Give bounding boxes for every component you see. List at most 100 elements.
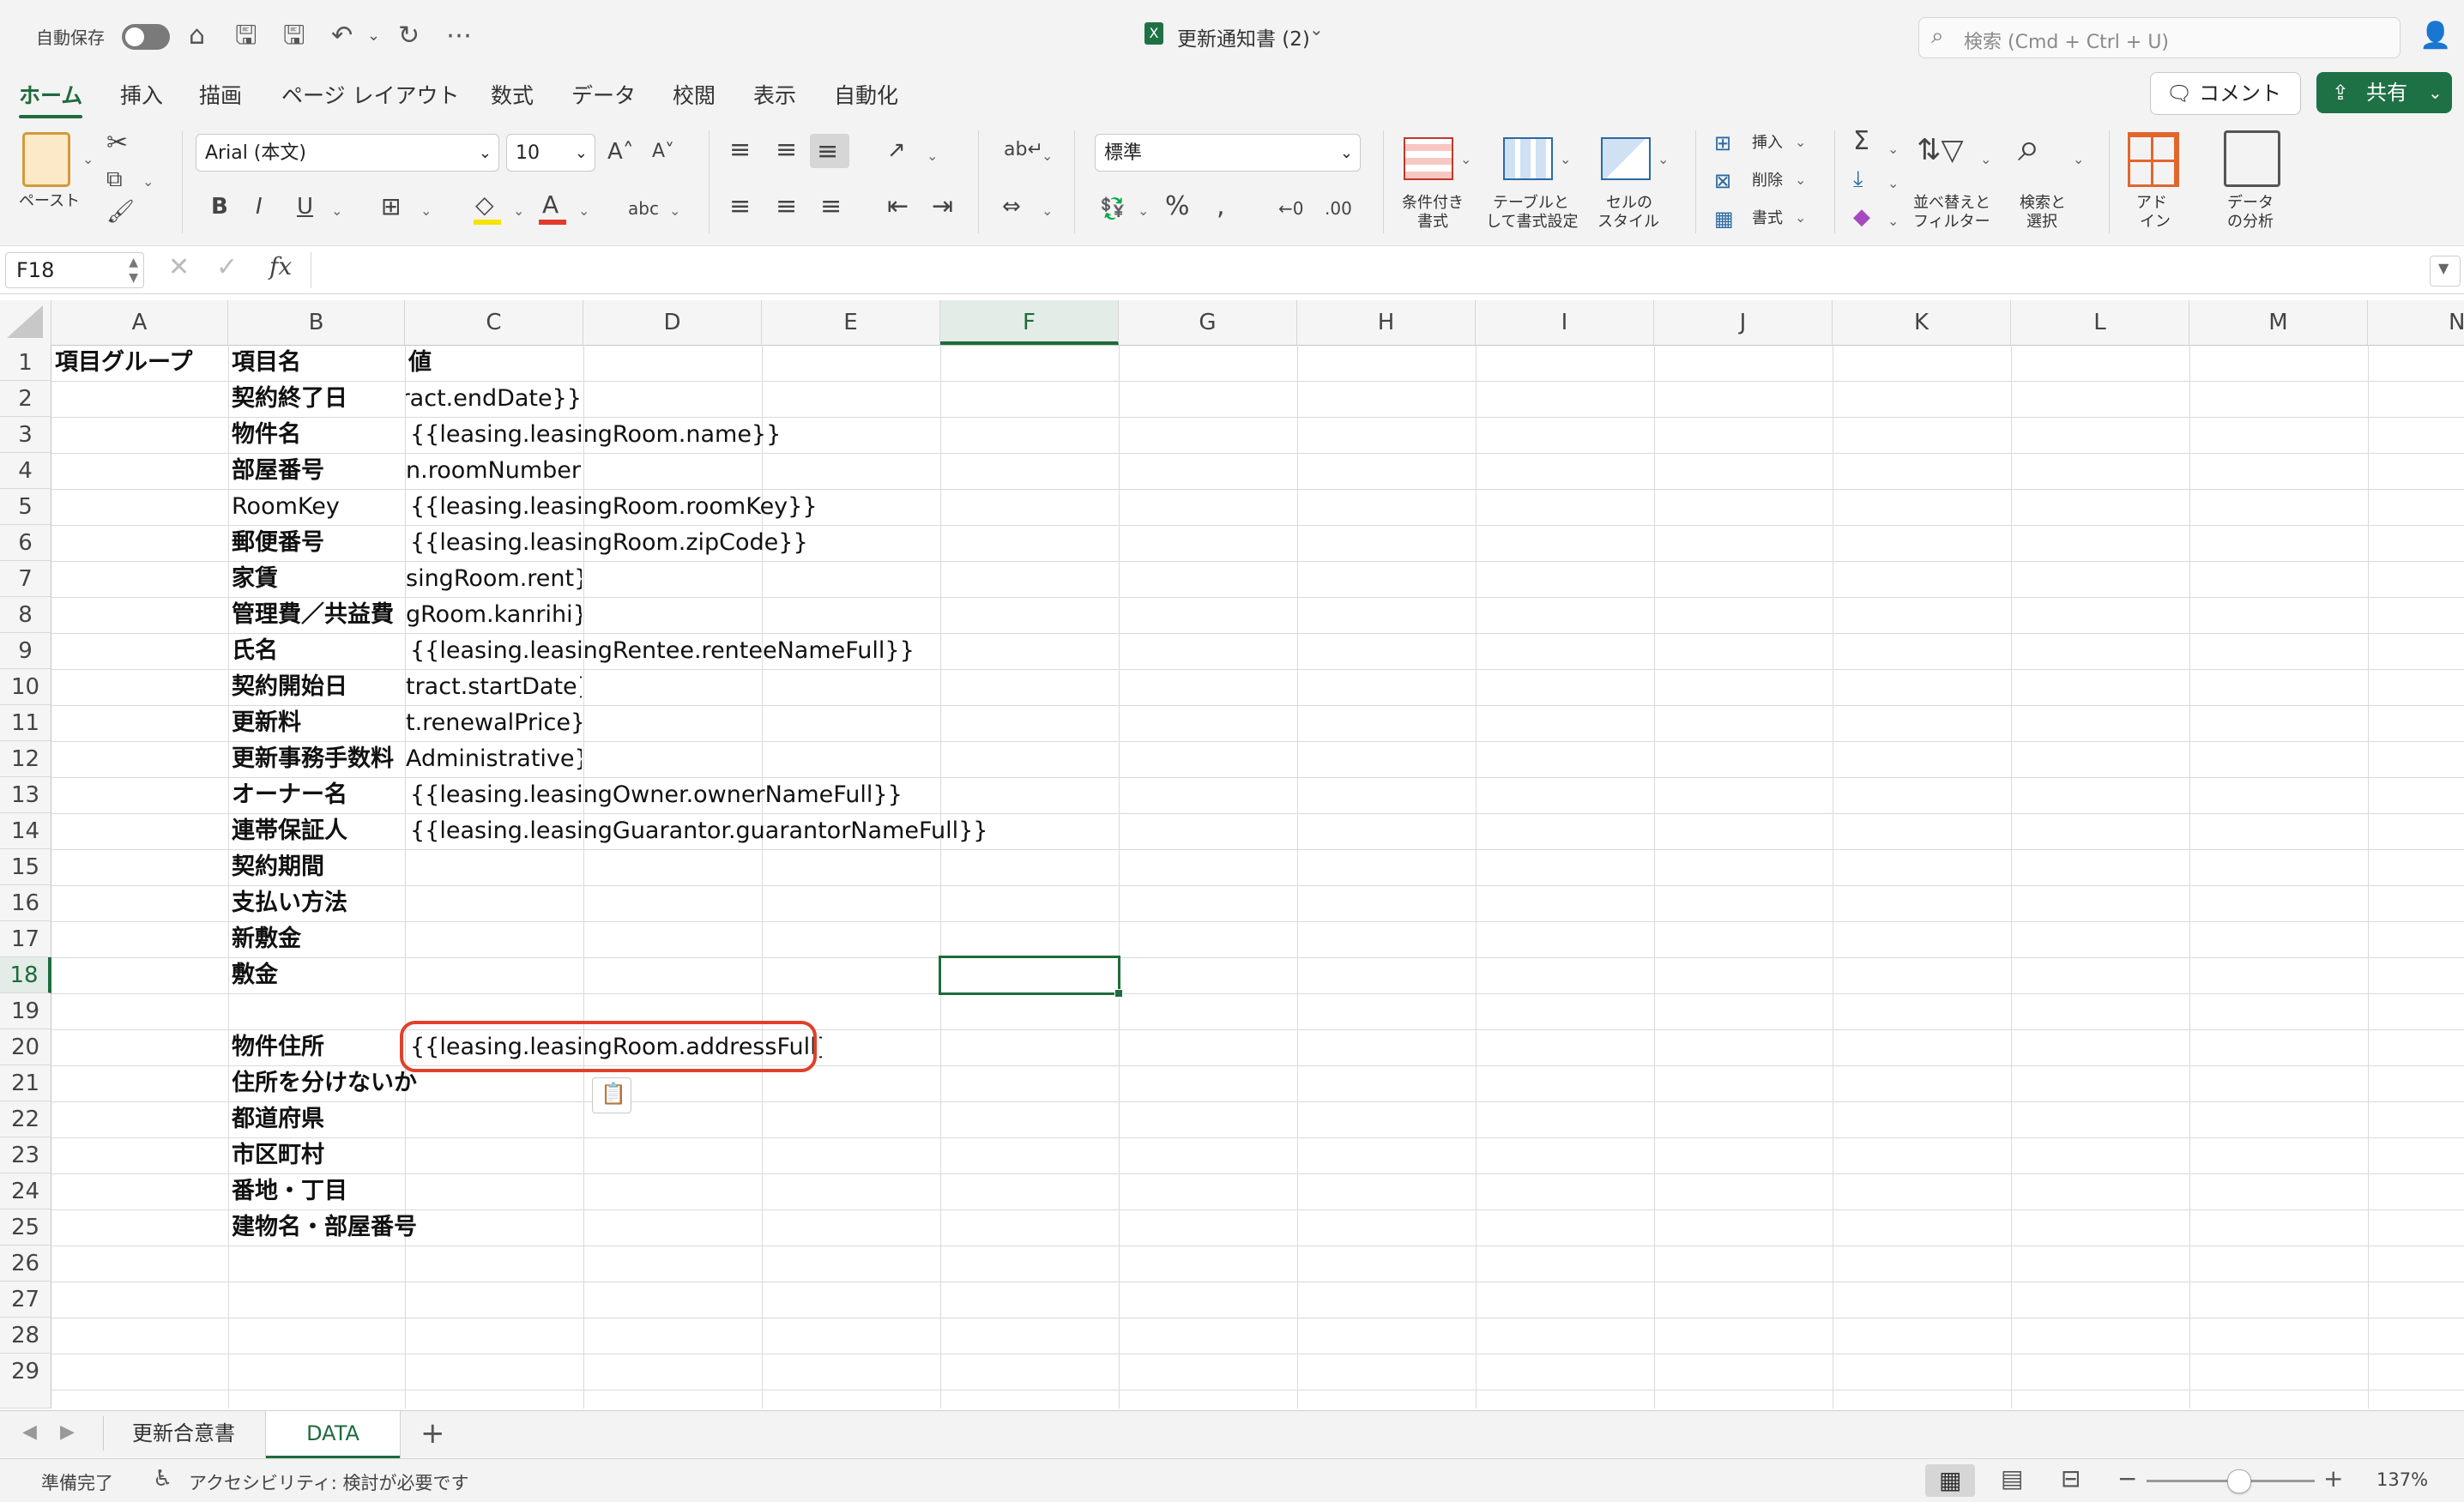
- comment-button[interactable]: 🗨 コメント: [2150, 72, 2301, 115]
- search-box[interactable]: ⌕ 検索 (Cmd + Ctrl + U): [1918, 17, 2401, 58]
- italic-icon[interactable]: I: [256, 192, 263, 221]
- copy-dropdown-icon[interactable]: ⌄: [142, 173, 154, 190]
- cell-c5[interactable]: {{leasing.leasingRoom.roomKey}}: [410, 489, 942, 525]
- zoom-slider-thumb[interactable]: [2227, 1469, 2251, 1493]
- row-header[interactable]: 7: [0, 561, 51, 597]
- zoom-in-icon[interactable]: +: [2323, 1464, 2343, 1493]
- row-header[interactable]: 20: [0, 1029, 51, 1065]
- wrap-text-dropdown-icon[interactable]: ⌄: [1042, 148, 1053, 164]
- phonetic-icon[interactable]: abc: [628, 194, 659, 223]
- cell-b1[interactable]: 項目名: [232, 345, 403, 381]
- tab-data[interactable]: データ: [571, 79, 636, 110]
- name-box-stepper-icon[interactable]: ▲ ▼: [129, 255, 138, 286]
- bold-icon[interactable]: B: [211, 192, 228, 221]
- clear-dropdown-icon[interactable]: ⌄: [1887, 213, 1899, 229]
- number-format-dropdown[interactable]: 標準 ⌄: [1095, 134, 1361, 172]
- comma-icon[interactable]: ,: [1217, 192, 1225, 221]
- decrease-decimal-icon[interactable]: .00: [1325, 194, 1352, 223]
- row-header[interactable]: 6: [0, 525, 51, 561]
- clear-icon[interactable]: ◆: [1853, 202, 1870, 232]
- column-header-i[interactable]: I: [1476, 300, 1654, 345]
- row-header[interactable]: 24: [0, 1173, 51, 1209]
- row-header[interactable]: 28: [0, 1318, 51, 1354]
- row-header[interactable]: 1: [0, 345, 51, 381]
- currency-icon[interactable]: 💱: [1100, 194, 1126, 223]
- row-header[interactable]: 9: [0, 633, 51, 669]
- row-header[interactable]: 23: [0, 1137, 51, 1173]
- cancel-icon[interactable]: ✕: [168, 252, 190, 282]
- row-header[interactable]: 19: [0, 993, 51, 1029]
- next-sheet-icon[interactable]: ▶: [60, 1421, 75, 1443]
- column-header-c[interactable]: C: [405, 300, 583, 345]
- tab-home[interactable]: ホーム: [19, 79, 83, 118]
- tab-view[interactable]: 表示: [753, 79, 796, 110]
- analyze-data-icon[interactable]: [2224, 130, 2280, 187]
- fill-handle[interactable]: [1114, 989, 1123, 998]
- normal-view-button[interactable]: ▦: [1925, 1464, 1975, 1497]
- increase-font-icon[interactable]: A˄: [607, 137, 634, 166]
- page-layout-view-icon[interactable]: ▤: [2001, 1464, 2023, 1493]
- tab-insert[interactable]: 挿入: [120, 79, 163, 110]
- row-header[interactable]: 21: [0, 1065, 51, 1101]
- paste-dropdown-icon[interactable]: ⌄: [82, 151, 94, 167]
- page-break-view-icon[interactable]: ⊟: [2061, 1464, 2081, 1493]
- cell-styles-icon[interactable]: [1601, 137, 1651, 180]
- underline-icon[interactable]: U: [297, 192, 313, 221]
- save-as-icon[interactable]: 🖫: [283, 19, 305, 53]
- cell-b15[interactable]: 契約期間: [232, 849, 403, 885]
- format-painter-icon[interactable]: 🖌: [106, 197, 135, 226]
- increase-indent-icon[interactable]: ⇥: [932, 192, 953, 221]
- row-header[interactable]: 2: [0, 381, 51, 417]
- decrease-indent-icon[interactable]: ⇤: [887, 192, 909, 221]
- autosave-toggle[interactable]: [122, 24, 170, 50]
- cell-c9[interactable]: {{leasing.leasingRentee.renteeNameFull}}: [410, 633, 1096, 669]
- save-icon[interactable]: 🖫: [235, 19, 257, 53]
- cut-icon[interactable]: ✂: [106, 129, 128, 158]
- expand-formula-button[interactable]: ▼: [2430, 256, 2461, 287]
- column-header-j[interactable]: J: [1654, 300, 1833, 345]
- row-header[interactable]: 10: [0, 669, 51, 705]
- cell-b20[interactable]: 物件住所: [232, 1029, 403, 1065]
- align-right-icon[interactable]: ≡: [820, 192, 842, 221]
- row-header[interactable]: 25: [0, 1209, 51, 1246]
- cell-b11[interactable]: 更新料: [232, 705, 403, 741]
- fill-color-dropdown-icon[interactable]: ⌄: [513, 202, 524, 219]
- cell-c7[interactable]: singRoom.rent}}: [406, 561, 582, 597]
- wrap-text-icon[interactable]: ab↵: [1004, 136, 1043, 165]
- cell-b18[interactable]: 敷金: [232, 957, 403, 993]
- font-color-dropdown-icon[interactable]: ⌄: [578, 202, 589, 219]
- cell-b22[interactable]: 都道府県: [232, 1101, 403, 1137]
- orientation-dropdown-icon[interactable]: ⌄: [927, 148, 938, 164]
- column-header-b[interactable]: B: [228, 300, 405, 345]
- row-header[interactable]: 22: [0, 1101, 51, 1137]
- accessibility-icon[interactable]: ♿: [153, 1466, 172, 1492]
- align-center-icon[interactable]: ≡: [776, 192, 797, 221]
- cell-c4[interactable]: n.roomNumber}}: [406, 453, 582, 489]
- share-chevron-icon[interactable]: ⌄: [2428, 72, 2443, 113]
- format-as-table-dropdown-icon[interactable]: ⌄: [1560, 151, 1571, 167]
- cell-c11[interactable]: t.renewalPrice}}: [406, 705, 582, 741]
- undo-icon[interactable]: ↶: [331, 19, 353, 53]
- borders-dropdown-icon[interactable]: ⌄: [420, 202, 432, 219]
- cell-c10[interactable]: tract.startDate}}: [406, 669, 582, 705]
- column-header-n[interactable]: N: [2368, 300, 2464, 345]
- more-icon[interactable]: ⋯: [446, 19, 472, 53]
- cell-c3[interactable]: {{leasing.leasingRoom.name}}: [410, 417, 891, 453]
- find-select-icon[interactable]: ⌕: [2018, 127, 2040, 166]
- cell-b21[interactable]: 住所を分けないか: [232, 1065, 438, 1101]
- home-icon[interactable]: ⌂: [189, 19, 205, 53]
- tab-page-layout[interactable]: ページ レイアウト: [281, 79, 459, 110]
- align-left-icon[interactable]: ≡: [729, 192, 751, 221]
- column-header-g[interactable]: G: [1119, 300, 1297, 345]
- cell-styles-dropdown-icon[interactable]: ⌄: [1658, 151, 1669, 167]
- merge-center-icon[interactable]: ⇔: [1002, 192, 1021, 221]
- add-sheet-icon[interactable]: +: [420, 1416, 445, 1451]
- cell-b6[interactable]: 郵便番号: [232, 525, 403, 561]
- undo-dropdown-icon[interactable]: ⌄: [367, 19, 380, 53]
- row-header[interactable]: 27: [0, 1282, 51, 1318]
- conditional-format-dropdown-icon[interactable]: ⌄: [1460, 151, 1471, 167]
- underline-dropdown-icon[interactable]: ⌄: [331, 202, 342, 219]
- fill-icon[interactable]: ⤓: [1853, 165, 1863, 194]
- share-button[interactable]: ⇪ 共有 ⌄: [2316, 72, 2452, 113]
- active-cell-f18[interactable]: [939, 956, 1123, 998]
